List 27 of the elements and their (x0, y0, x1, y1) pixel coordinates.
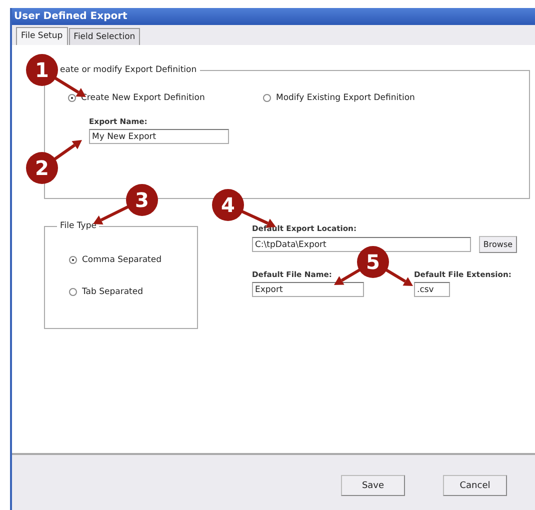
callout-arrow (52, 140, 82, 162)
radio-label: Modify Existing Export Definition (276, 93, 415, 103)
tab[interactable]: Field Selection (68, 28, 140, 45)
dialog-button[interactable]: Save (341, 475, 405, 496)
file-extension-field[interactable]: .csv (414, 282, 450, 297)
file-name-field[interactable]: Export (252, 282, 364, 297)
radio-button[interactable] (69, 256, 77, 264)
window-title: User Defined Export (12, 8, 535, 25)
radio-button[interactable] (263, 94, 271, 102)
radio-label: Tab Separated (82, 287, 143, 297)
callout-marker: 1 (26, 54, 58, 86)
callout-arrow (384, 268, 413, 286)
callout-marker: 4 (212, 189, 244, 221)
radio-button[interactable] (69, 288, 77, 296)
callout-marker: 5 (357, 246, 389, 278)
browse-button[interactable]: Browse (479, 236, 517, 253)
group-label: File Type (59, 221, 98, 231)
callout-marker: 2 (26, 152, 58, 184)
tab[interactable]: File Setup (16, 27, 68, 45)
radio-label: Comma Separated (82, 255, 162, 265)
callout-marker: 3 (126, 184, 158, 216)
location-field[interactable]: C:\tpData\Export (252, 237, 471, 252)
callout-arrow (334, 268, 362, 285)
dialog-button[interactable]: Cancel (443, 475, 507, 496)
radio-button[interactable] (68, 94, 76, 102)
group-label: eate or modify Export Definition (59, 65, 198, 75)
export-name-field[interactable]: My New Export (89, 129, 229, 144)
